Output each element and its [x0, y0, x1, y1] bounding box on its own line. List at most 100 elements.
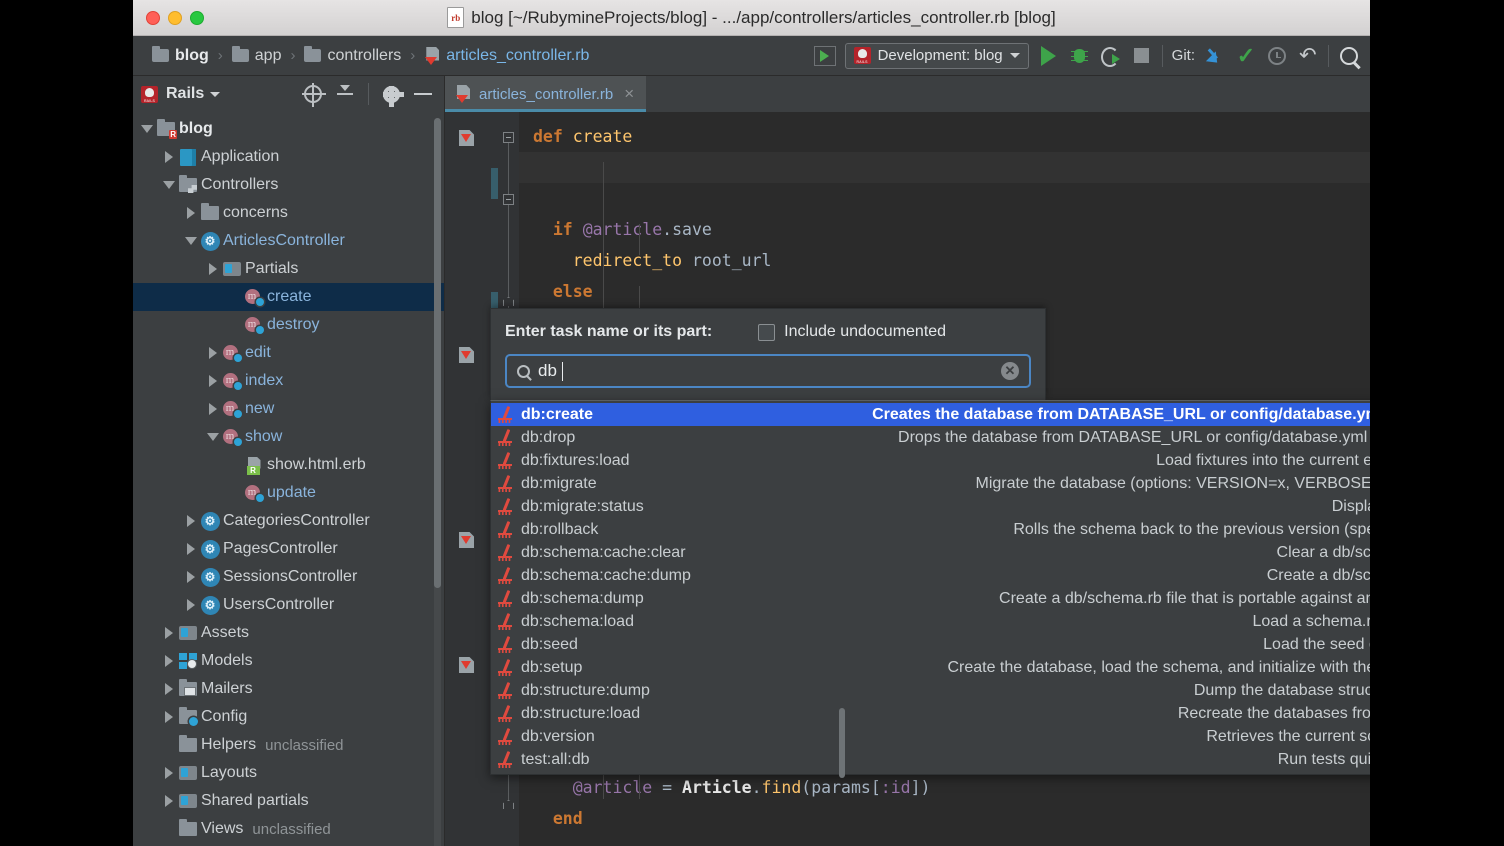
breadcrumb-item-controllers[interactable]: controllers — [299, 45, 406, 67]
maximize-window-button[interactable] — [190, 11, 204, 25]
tree-twisty-closed-icon[interactable] — [183, 599, 199, 611]
project-tree[interactable]: blog Application Controllers concerns Articl… — [133, 112, 444, 846]
tree-node[interactable]: Application — [133, 143, 444, 171]
tree-twisty-closed-icon[interactable] — [183, 543, 199, 555]
tree-node[interactable]: show — [133, 423, 444, 451]
tree-node[interactable]: edit — [133, 339, 444, 367]
rails-action-gutter-icon[interactable] — [459, 347, 478, 366]
rake-task-row[interactable]: db:drop Drops the database from DATABASE_… — [491, 426, 1370, 449]
fold-collapse-icon[interactable] — [503, 194, 514, 205]
rake-task-row[interactable]: db:create Creates the database from DATAB… — [491, 403, 1370, 426]
rake-task-row[interactable]: db:setup Create the database, load the sc… — [491, 656, 1370, 679]
rake-task-row[interactable]: db:version Retrieves the current schema v… — [491, 725, 1370, 748]
rails-action-gutter-icon[interactable] — [459, 532, 478, 551]
tree-node[interactable]: Helpers unclassified — [133, 731, 444, 759]
tree-twisty-open-icon[interactable] — [161, 181, 177, 189]
project-scrollbar[interactable] — [434, 118, 441, 846]
tree-node[interactable]: Views unclassified — [133, 815, 444, 843]
tree-twisty-open-icon[interactable] — [205, 433, 221, 441]
rake-task-row[interactable]: db:structure:load Recreate the databases … — [491, 702, 1370, 725]
locate-icon[interactable] — [302, 83, 326, 107]
run-configuration-selector[interactable]: Development: blog — [844, 42, 1029, 69]
tree-node[interactable]: PagesController — [133, 535, 444, 563]
tree-twisty-closed-icon[interactable] — [161, 795, 177, 807]
tree-node[interactable]: Assets — [133, 619, 444, 647]
chevron-down-icon[interactable] — [210, 91, 221, 97]
rake-task-row[interactable]: db:schema:cache:clear Clear a db/schema_c… — [491, 541, 1370, 564]
tree-node[interactable]: CategoriesController — [133, 507, 444, 535]
rake-task-row[interactable]: test:all:db Run tests quickly, but also r… — [491, 748, 1370, 771]
commit-button[interactable]: ✓ — [1235, 44, 1257, 67]
tree-twisty-closed-icon[interactable] — [161, 655, 177, 667]
hide-icon[interactable] — [414, 93, 432, 95]
rails-action-gutter-icon[interactable] — [459, 130, 478, 149]
tree-twisty-closed-icon[interactable] — [183, 571, 199, 583]
clear-icon[interactable]: ✕ — [1001, 362, 1019, 380]
tree-node[interactable]: Shared partials — [133, 787, 444, 815]
rake-task-row[interactable]: db:structure:dump Dump the database struc… — [491, 679, 1370, 702]
breadcrumb-item-blog[interactable]: blog — [147, 45, 214, 67]
breadcrumb-item-file[interactable]: articles_controller.rb — [419, 45, 594, 67]
rollback-button[interactable]: ↷ — [1297, 44, 1319, 67]
tree-twisty-closed-icon[interactable] — [205, 347, 221, 359]
tree-node[interactable]: concerns — [133, 199, 444, 227]
tree-twisty-closed-icon[interactable] — [205, 403, 221, 415]
run-button[interactable] — [1038, 45, 1060, 67]
rake-task-row[interactable]: db:fixtures:load Load fixtures into the c… — [491, 449, 1370, 472]
rake-task-row[interactable]: db:rollback Rolls the schema back to the … — [491, 518, 1370, 541]
fold-collapse-icon[interactable] — [503, 132, 514, 143]
breadcrumb-item-app[interactable]: app — [227, 45, 287, 67]
rake-task-list[interactable]: db:create Creates the database from DATAB… — [490, 400, 1370, 775]
tree-twisty-closed-icon[interactable] — [161, 151, 177, 163]
tree-twisty-closed-icon[interactable] — [161, 711, 177, 723]
rake-list-scrollbar[interactable] — [839, 708, 845, 846]
include-undocumented-checkbox[interactable] — [758, 323, 776, 341]
update-project-button[interactable] — [1204, 45, 1226, 67]
run-with-coverage-button[interactable] — [1100, 45, 1122, 67]
tree-node[interactable]: create — [133, 283, 444, 311]
tree-node[interactable]: UsersController — [133, 591, 444, 619]
debug-button[interactable] — [1069, 45, 1091, 67]
rails-action-gutter-icon[interactable] — [459, 657, 478, 676]
tree-node[interactable]: destroy — [133, 311, 444, 339]
close-icon[interactable]: × — [624, 84, 634, 104]
tab-articles-controller[interactable]: articles_controller.rb × — [445, 76, 647, 112]
tree-node[interactable]: Partials — [133, 255, 444, 283]
rake-task-row[interactable]: db:schema:load Load a schema.rb file into… — [491, 610, 1370, 633]
window-controls[interactable] — [146, 11, 204, 25]
tree-twisty-closed-icon[interactable] — [161, 627, 177, 639]
history-button[interactable] — [1266, 45, 1288, 67]
rake-task-row[interactable]: db:migrate:status Display status of migra… — [491, 495, 1370, 518]
gear-icon[interactable] — [383, 85, 404, 107]
tree-node[interactable]: update — [133, 479, 444, 507]
tree-twisty-closed-icon[interactable] — [205, 263, 221, 275]
tree-twisty-closed-icon[interactable] — [183, 515, 199, 527]
tree-node[interactable]: Models — [133, 647, 444, 675]
tree-node[interactable]: blog — [133, 115, 444, 143]
rake-task-row[interactable]: db:migrate Migrate the database (options:… — [491, 472, 1370, 495]
rake-task-row[interactable]: db:schema:dump Create a db/schema.rb file… — [491, 587, 1370, 610]
run-anything-button[interactable] — [813, 45, 836, 66]
tree-node[interactable]: index — [133, 367, 444, 395]
tree-twisty-closed-icon[interactable] — [205, 375, 221, 387]
tree-twisty-closed-icon[interactable] — [183, 207, 199, 219]
collapse-all-icon[interactable] — [336, 85, 354, 103]
rake-task-row[interactable]: db:seed Load the seed data from db/seed — [491, 633, 1370, 656]
tree-twisty-closed-icon[interactable] — [161, 767, 177, 779]
stop-button[interactable] — [1131, 45, 1153, 67]
tree-node[interactable]: Layouts — [133, 759, 444, 787]
tree-node[interactable]: Controllers — [133, 171, 444, 199]
tree-twisty-open-icon[interactable] — [183, 237, 199, 245]
tree-node[interactable]: new — [133, 395, 444, 423]
tree-node[interactable]: show.html.erb — [133, 451, 444, 479]
tree-twisty-open-icon[interactable] — [139, 125, 155, 133]
tree-node[interactable]: Config — [133, 703, 444, 731]
rake-search-field[interactable]: db ✕ — [505, 354, 1031, 388]
close-window-button[interactable] — [146, 11, 160, 25]
tree-node[interactable]: SessionsController — [133, 563, 444, 591]
rake-task-row[interactable]: db:schema:cache:dump Create a db/schema_c… — [491, 564, 1370, 587]
tree-node[interactable]: ArticlesController — [133, 227, 444, 255]
include-undocumented-checkbox-group[interactable]: Include undocumented — [758, 323, 946, 341]
minimize-window-button[interactable] — [168, 11, 182, 25]
tree-node[interactable]: Mailers — [133, 675, 444, 703]
